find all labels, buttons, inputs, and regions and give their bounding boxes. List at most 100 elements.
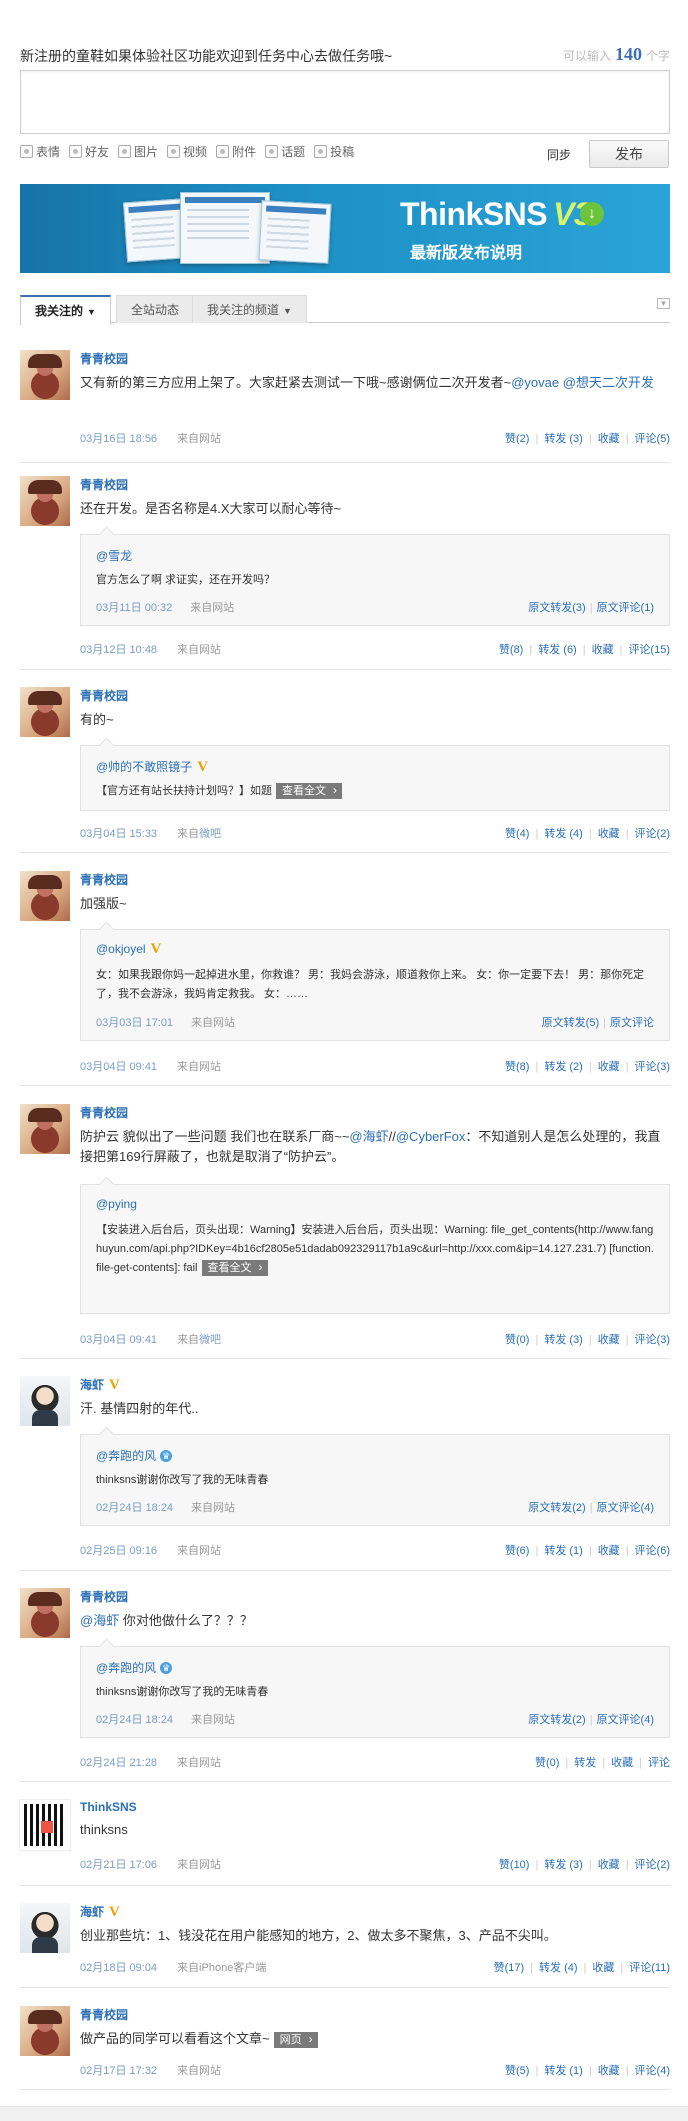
author-name[interactable]: 海虾 V: [80, 1903, 120, 1920]
original-comment-button[interactable]: 原文评论(4): [597, 1714, 654, 1726]
topic-tool[interactable]: 话题: [265, 143, 305, 159]
original-repost-button[interactable]: 原文转发(2): [528, 1502, 585, 1514]
video-tool[interactable]: 视频: [167, 143, 207, 159]
view-full-button[interactable]: 查看全文: [276, 782, 342, 800]
favorite-button[interactable]: 收藏: [598, 1061, 620, 1073]
post-time[interactable]: 03月04日 09:41: [80, 1061, 157, 1073]
avatar[interactable]: [20, 871, 70, 921]
favorite-button[interactable]: 收藏: [592, 1962, 614, 1974]
image-tool[interactable]: 图片: [118, 143, 158, 159]
author-name[interactable]: 青青校园: [80, 350, 128, 367]
repost-button[interactable]: 转发 (4): [544, 828, 583, 840]
repost-button[interactable]: 转发 (2): [544, 1061, 583, 1073]
favorite-button[interactable]: 收藏: [598, 2065, 620, 2077]
repost-button[interactable]: 转发 (6): [538, 644, 577, 656]
avatar[interactable]: [20, 1376, 70, 1426]
favorite-button[interactable]: 收藏: [598, 433, 620, 445]
author-name[interactable]: ThinkSNS: [80, 1800, 137, 1814]
avatar[interactable]: [20, 476, 70, 526]
original-comment-button[interactable]: 原文评论(4): [597, 1502, 654, 1514]
repost-button[interactable]: 转发 (3): [544, 1334, 583, 1346]
quoted-author[interactable]: @pying: [96, 1197, 137, 1211]
avatar[interactable]: [20, 1903, 70, 1953]
tab-following[interactable]: 我关注的 ▼: [20, 295, 111, 325]
post-time[interactable]: 03月16日 18:56: [80, 433, 157, 445]
attachment-tool[interactable]: 附件: [216, 143, 256, 159]
avatar[interactable]: [20, 687, 70, 737]
avatar[interactable]: [20, 2006, 70, 2056]
original-comment-button[interactable]: 原文评论: [610, 1017, 654, 1029]
comment-button[interactable]: 评论(2): [635, 1859, 670, 1871]
like-button[interactable]: 赞(2): [505, 433, 529, 445]
mention-link[interactable]: @CyberFox: [396, 1129, 466, 1144]
comment-button[interactable]: 评论: [648, 1757, 670, 1769]
repost-button[interactable]: 转发 (1): [544, 2065, 583, 2077]
comment-button[interactable]: 评论(4): [635, 2065, 670, 2077]
original-repost-button[interactable]: 原文转发(3): [528, 602, 585, 614]
post-time[interactable]: 02月24日 21:28: [80, 1757, 157, 1769]
quoted-author[interactable]: @奔跑的风 ♛: [96, 1659, 173, 1676]
author-name[interactable]: 青青校园: [80, 1104, 128, 1121]
avatar[interactable]: [19, 1799, 71, 1851]
comment-button[interactable]: 评论(11): [629, 1962, 670, 1974]
author-name[interactable]: 青青校园: [80, 1588, 128, 1605]
comment-button[interactable]: 评论(3): [635, 1061, 670, 1073]
quoted-time[interactable]: 03月03日 17:01: [96, 1017, 173, 1029]
author-name[interactable]: 青青校园: [80, 2006, 128, 2023]
quoted-author[interactable]: @帅的不敢照镜子 V: [96, 758, 208, 775]
emoji-tool[interactable]: 表情: [20, 143, 60, 159]
like-button[interactable]: 赞(0): [535, 1757, 559, 1769]
original-repost-button[interactable]: 原文转发(2): [528, 1714, 585, 1726]
author-name[interactable]: 海虾 V: [80, 1376, 120, 1393]
post-time[interactable]: 02月17日 17:32: [80, 2065, 157, 2077]
avatar[interactable]: [20, 1588, 70, 1638]
comment-button[interactable]: 评论(3): [635, 1334, 670, 1346]
post-time[interactable]: 03月04日 09:41: [80, 1334, 157, 1346]
mention-link[interactable]: @海虾: [80, 1613, 119, 1628]
tab-all[interactable]: 全站动态: [116, 295, 195, 323]
quoted-author[interactable]: @okjoyel V: [96, 942, 161, 957]
publish-button[interactable]: 发布: [589, 140, 669, 168]
like-button[interactable]: 赞(5): [505, 2065, 529, 2077]
favorite-button[interactable]: 收藏: [598, 1334, 620, 1346]
release-banner[interactable]: ThinkSNS V3 ↓ 最新版发布说明: [20, 184, 670, 273]
like-button[interactable]: 赞(0): [505, 1334, 529, 1346]
favorite-button[interactable]: 收藏: [598, 1545, 620, 1557]
repost-button[interactable]: 转发: [574, 1757, 596, 1769]
author-name[interactable]: 青青校园: [80, 687, 128, 704]
mention-link[interactable]: @海虾: [349, 1129, 388, 1144]
comment-button[interactable]: 评论(2): [635, 828, 670, 840]
source-link[interactable]: 微吧: [199, 1334, 221, 1346]
author-name[interactable]: 青青校园: [80, 871, 128, 888]
like-button[interactable]: 赞(17): [494, 1962, 525, 1974]
compose-textarea[interactable]: [20, 70, 670, 134]
comment-button[interactable]: 评论(5): [635, 433, 670, 445]
sync-toggle[interactable]: 同步: [547, 146, 571, 163]
post-time[interactable]: 03月04日 15:33: [80, 828, 157, 840]
quoted-time[interactable]: 02月24日 18:24: [96, 1714, 173, 1726]
source-link[interactable]: 微吧: [199, 828, 221, 840]
repost-button[interactable]: 转发 (3): [544, 433, 583, 445]
friend-tool[interactable]: 好友: [69, 143, 109, 159]
repost-button[interactable]: 转发 (3): [544, 1859, 583, 1871]
quoted-time[interactable]: 02月24日 18:24: [96, 1502, 173, 1514]
favorite-button[interactable]: 收藏: [598, 828, 620, 840]
comment-button[interactable]: 评论(6): [635, 1545, 670, 1557]
repost-button[interactable]: 转发 (4): [539, 1962, 578, 1974]
original-repost-button[interactable]: 原文转发(5): [542, 1017, 599, 1029]
author-name[interactable]: 青青校园: [80, 476, 128, 493]
comment-button[interactable]: 评论(15): [628, 644, 670, 656]
avatar[interactable]: [20, 1104, 70, 1154]
like-button[interactable]: 赞(4): [505, 828, 529, 840]
post-time[interactable]: 02月21日 17:06: [80, 1859, 157, 1871]
view-full-button[interactable]: 查看全文: [201, 1259, 268, 1277]
contribute-tool[interactable]: 投稿: [314, 143, 354, 159]
favorite-button[interactable]: 收藏: [598, 1859, 620, 1871]
original-comment-button[interactable]: 原文评论(1): [597, 602, 654, 614]
like-button[interactable]: 赞(8): [499, 644, 523, 656]
like-button[interactable]: 赞(10): [499, 1859, 530, 1871]
favorite-button[interactable]: 收藏: [611, 1757, 633, 1769]
post-time[interactable]: 02月25日 09:16: [80, 1545, 157, 1557]
mention-link[interactable]: @yovae: [511, 375, 559, 390]
webpage-link-button[interactable]: 网页: [273, 2031, 318, 2048]
